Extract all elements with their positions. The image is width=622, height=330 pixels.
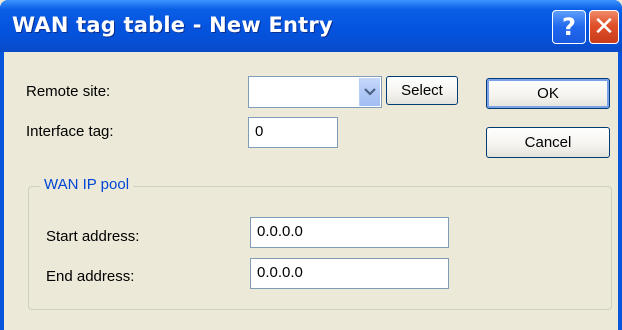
select-button-label: Select <box>401 82 443 99</box>
cancel-button[interactable]: Cancel <box>486 127 610 158</box>
chevron-down-icon[interactable] <box>359 78 380 106</box>
cancel-button-label: Cancel <box>524 134 572 151</box>
remote-site-label: Remote site: <box>26 83 111 100</box>
end-address-input[interactable]: 0.0.0.0 <box>250 258 449 289</box>
ok-button-label: OK <box>537 85 559 102</box>
select-button[interactable]: Select <box>386 76 458 105</box>
wan-ip-pool-group <box>28 186 612 310</box>
interface-tag-value: 0 <box>255 123 264 140</box>
start-address-label: Start address: <box>46 228 140 245</box>
help-button[interactable]: ? <box>552 10 586 44</box>
start-address-value: 0.0.0.0 <box>257 223 303 240</box>
dialog-window: WAN tag table - New Entry ? ✕ Remote sit… <box>0 0 622 330</box>
start-address-input[interactable]: 0.0.0.0 <box>250 217 449 248</box>
close-icon: ✕ <box>593 12 615 42</box>
interface-tag-input[interactable]: 0 <box>248 117 338 148</box>
help-icon: ? <box>562 13 576 41</box>
end-address-value: 0.0.0.0 <box>257 264 303 281</box>
title-bar[interactable]: WAN tag table - New Entry ? ✕ <box>0 0 622 52</box>
dialog-body: Remote site: Select Interface tag: 0 OK … <box>4 52 618 330</box>
interface-tag-label: Interface tag: <box>26 123 114 140</box>
dialog-title: WAN tag table - New Entry <box>12 13 333 37</box>
wan-ip-pool-title: WAN IP pool <box>40 176 134 193</box>
remote-site-combobox[interactable] <box>248 76 382 108</box>
end-address-label: End address: <box>46 268 135 285</box>
close-button[interactable]: ✕ <box>589 10 619 44</box>
ok-button[interactable]: OK <box>486 78 610 109</box>
